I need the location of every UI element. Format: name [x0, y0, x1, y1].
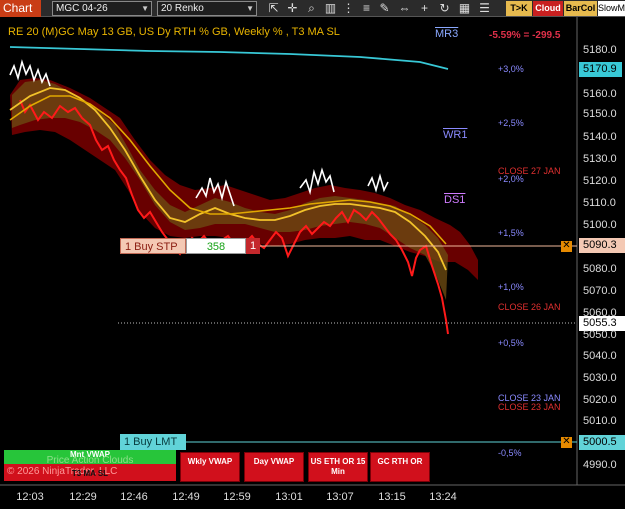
plus-icon[interactable]: + — [416, 0, 433, 17]
wr1-label: WR1 — [443, 129, 468, 141]
bar-type-selector[interactable]: 20 Renko ▼ — [157, 1, 257, 16]
t3-ma-sl-label: T3 MA SL — [71, 469, 109, 478]
price-tick: 5080.0 — [583, 263, 617, 275]
day-vwap-button[interactable]: Day VWAP — [244, 452, 304, 482]
weekly-vwap-button[interactable]: Wkly VWAP — [180, 452, 240, 482]
buy-stop-order-label[interactable]: 1 Buy STP — [120, 238, 186, 254]
time-tick: 12:59 — [223, 491, 251, 503]
close-label: CLOSE 23 JAN — [498, 402, 561, 412]
price-tick: 5030.0 — [583, 372, 617, 384]
chevron-down-icon: ▼ — [246, 4, 254, 13]
price-tick: 5110.0 — [583, 197, 616, 209]
time-tick: 13:07 — [326, 491, 354, 503]
zoom-icon[interactable]: ⌕ — [303, 0, 320, 17]
crosshair-icon[interactable]: ✛ — [284, 0, 301, 17]
price-chart-canvas[interactable] — [0, 17, 625, 509]
price-tick: 5160.0 — [583, 88, 617, 100]
us-eth-or-button[interactable]: US ETH OR 15 Min — [308, 452, 368, 482]
instrument-selector[interactable]: MGC 04-26 ▼ — [52, 1, 152, 16]
time-tick: 12:46 — [120, 491, 148, 503]
current-price-marker: 5170.9 — [579, 62, 622, 77]
pct-label: +2,5% — [498, 118, 524, 128]
price-tick: 5100.0 — [583, 219, 617, 231]
chart-toolbar: Chart MGC 04-26 ▼ 20 Renko ▼ ⇱ ✛ ⌕ ▥ ⋮ ≡… — [0, 0, 625, 17]
close-label: CLOSE 26 JAN — [498, 302, 561, 312]
pointer-icon[interactable]: ⇱ — [265, 0, 282, 17]
lines-icon[interactable]: ≡ — [358, 0, 375, 17]
buy-stop-price-marker: 5090.3 — [579, 238, 625, 253]
price-tick: 4990.0 — [583, 459, 617, 471]
bar-type-value: 20 Renko — [161, 3, 204, 14]
gc-rth-or-button[interactable]: GC RTH OR — [370, 452, 430, 482]
menu-icon[interactable]: ☰ — [476, 0, 493, 17]
chart-title: RE 20 (M)GC May 13 GB, US Dy RTH % GB, W… — [8, 26, 340, 38]
pnl-readout: -5.59% = -299.5 — [489, 30, 561, 41]
price-tick: 5010.0 — [583, 415, 617, 427]
price-tick: 5040.0 — [583, 350, 617, 362]
buy-stop-count[interactable]: 1 — [246, 238, 260, 254]
buy-limit-order-label[interactable]: 1 Buy LMT — [120, 434, 186, 450]
tk-toggle-button[interactable]: T>K — [506, 1, 532, 16]
pct-label: +1,5% — [498, 228, 524, 238]
time-tick: 13:24 — [429, 491, 457, 503]
price-tick: 5120.0 — [583, 175, 617, 187]
barcol-toggle-button[interactable]: BarCol — [564, 1, 597, 16]
cloud-toggle-button[interactable]: Cloud — [533, 1, 563, 16]
close-label: CLOSE 27 JAN — [498, 166, 561, 176]
bars-icon[interactable]: ▥ — [322, 0, 339, 17]
slowm-toggle-button[interactable]: SlowM — [598, 1, 625, 16]
time-tick: 12:03 — [16, 491, 44, 503]
price-tick: 5180.0 — [583, 44, 617, 56]
price-tick: 5070.0 — [583, 285, 617, 297]
time-tick: 12:49 — [172, 491, 200, 503]
buy-stop-quantity[interactable]: 358 — [186, 238, 246, 254]
pencil-icon[interactable]: ✎ — [376, 0, 393, 17]
price-tick: 5050.0 — [583, 329, 617, 341]
ds1-label: DS1 — [444, 194, 466, 206]
buy-limit-price-marker: 5000.5 — [579, 435, 625, 450]
time-tick: 12:29 — [69, 491, 97, 503]
close-buy-stop-icon[interactable]: ✕ — [561, 241, 572, 252]
price-tick: 5140.0 — [583, 131, 617, 143]
time-tick: 13:15 — [378, 491, 406, 503]
move-icon[interactable]: ⇔ — [396, 0, 413, 17]
pct-label: +0,5% — [498, 338, 524, 348]
instrument-value: MGC 04-26 — [56, 3, 108, 14]
time-tick: 13:01 — [275, 491, 303, 503]
price-tick: 5020.0 — [583, 394, 617, 406]
properties-icon[interactable]: ⋮ — [340, 0, 357, 17]
mr3-label: MR3 — [435, 28, 459, 40]
pct-label: -0,5% — [498, 448, 522, 458]
chart-tab[interactable]: Chart — [0, 0, 41, 17]
price-tick: 5130.0 — [583, 153, 617, 165]
pct-label: +3,0% — [498, 64, 524, 74]
price-tick: 5150.0 — [583, 108, 617, 120]
pct-label: +1,0% — [498, 282, 524, 292]
chevron-down-icon: ▼ — [141, 4, 149, 13]
mr3-cyan-line — [9, 46, 449, 70]
close-buy-limit-icon[interactable]: ✕ — [561, 437, 572, 448]
price-action-clouds-label: Price Action Clouds — [46, 455, 134, 466]
grid-icon[interactable]: ▦ — [456, 0, 473, 17]
refresh-icon[interactable]: ↻ — [436, 0, 453, 17]
